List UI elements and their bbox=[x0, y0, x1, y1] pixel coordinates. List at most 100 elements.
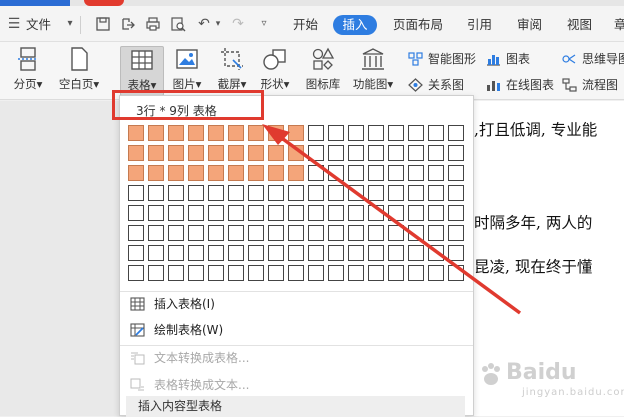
grid-cell[interactable] bbox=[148, 185, 164, 201]
grid-cell[interactable] bbox=[168, 185, 184, 201]
chart-button[interactable]: 图表 bbox=[486, 50, 530, 68]
grid-cell[interactable] bbox=[328, 125, 344, 141]
grid-cell[interactable] bbox=[328, 205, 344, 221]
grid-cell[interactable] bbox=[428, 265, 444, 281]
grid-cell[interactable] bbox=[328, 225, 344, 241]
relation-chart-button[interactable]: 关系图 bbox=[408, 76, 464, 94]
grid-cell[interactable] bbox=[348, 205, 364, 221]
grid-cell[interactable] bbox=[408, 145, 424, 161]
grid-cell[interactable] bbox=[408, 245, 424, 261]
file-menu[interactable]: 文件 bbox=[26, 16, 51, 34]
grid-cell[interactable] bbox=[148, 125, 164, 141]
grid-cell[interactable] bbox=[228, 125, 244, 141]
grid-cell[interactable] bbox=[248, 265, 264, 281]
grid-cell[interactable] bbox=[148, 165, 164, 181]
grid-cell[interactable] bbox=[328, 145, 344, 161]
grid-cell[interactable] bbox=[128, 165, 144, 181]
grid-cell[interactable] bbox=[208, 145, 224, 161]
grid-cell[interactable] bbox=[368, 265, 384, 281]
grid-cell[interactable] bbox=[128, 205, 144, 221]
grid-cell[interactable] bbox=[368, 125, 384, 141]
screenshot-button[interactable]: 截屏▾ bbox=[214, 46, 250, 96]
grid-cell[interactable] bbox=[308, 185, 324, 201]
function-chart-button[interactable]: 功能图▾ bbox=[350, 46, 396, 96]
grid-cell[interactable] bbox=[388, 225, 404, 241]
grid-cell[interactable] bbox=[208, 225, 224, 241]
grid-cell[interactable] bbox=[428, 225, 444, 241]
grid-cell[interactable] bbox=[248, 145, 264, 161]
grid-cell[interactable] bbox=[188, 125, 204, 141]
grid-cell[interactable] bbox=[168, 265, 184, 281]
grid-cell[interactable] bbox=[288, 245, 304, 261]
grid-cell[interactable] bbox=[208, 185, 224, 201]
grid-cell[interactable] bbox=[228, 205, 244, 221]
grid-cell[interactable] bbox=[428, 185, 444, 201]
tab-insert[interactable]: 插入 bbox=[333, 15, 377, 35]
grid-cell[interactable] bbox=[368, 185, 384, 201]
grid-cell[interactable] bbox=[208, 265, 224, 281]
grid-cell[interactable] bbox=[408, 125, 424, 141]
grid-cell[interactable] bbox=[268, 145, 284, 161]
grid-cell[interactable] bbox=[348, 165, 364, 181]
grid-cell[interactable] bbox=[288, 205, 304, 221]
grid-cell[interactable] bbox=[128, 145, 144, 161]
grid-cell[interactable] bbox=[388, 165, 404, 181]
grid-cell[interactable] bbox=[288, 265, 304, 281]
grid-cell[interactable] bbox=[248, 185, 264, 201]
grid-cell[interactable] bbox=[248, 125, 264, 141]
grid-cell[interactable] bbox=[168, 145, 184, 161]
grid-cell[interactable] bbox=[348, 225, 364, 241]
grid-cell[interactable] bbox=[288, 225, 304, 241]
grid-cell[interactable] bbox=[308, 205, 324, 221]
mind-map-button[interactable]: 思维导图 bbox=[562, 50, 624, 68]
grid-cell[interactable] bbox=[208, 245, 224, 261]
grid-cell[interactable] bbox=[348, 145, 364, 161]
grid-cell[interactable] bbox=[448, 265, 464, 281]
grid-cell[interactable] bbox=[408, 225, 424, 241]
grid-cell[interactable] bbox=[308, 165, 324, 181]
table-button[interactable]: 表格▾ bbox=[120, 46, 164, 96]
grid-cell[interactable] bbox=[148, 265, 164, 281]
grid-cell[interactable] bbox=[228, 245, 244, 261]
grid-cell[interactable] bbox=[408, 165, 424, 181]
grid-cell[interactable] bbox=[368, 245, 384, 261]
grid-cell[interactable] bbox=[308, 245, 324, 261]
grid-cell[interactable] bbox=[348, 185, 364, 201]
smart-graphic-button[interactable]: 智能图形 bbox=[408, 50, 476, 68]
grid-cell[interactable] bbox=[308, 145, 324, 161]
grid-cell[interactable] bbox=[388, 205, 404, 221]
grid-cell[interactable] bbox=[168, 125, 184, 141]
grid-cell[interactable] bbox=[368, 145, 384, 161]
undo-chevron-icon[interactable]: ▾ bbox=[210, 16, 226, 32]
grid-cell[interactable] bbox=[308, 265, 324, 281]
grid-cell[interactable] bbox=[448, 125, 464, 141]
grid-cell[interactable] bbox=[348, 125, 364, 141]
insert-table-item[interactable]: 插入表格(I) bbox=[128, 292, 463, 316]
grid-cell[interactable] bbox=[288, 125, 304, 141]
grid-cell[interactable] bbox=[188, 265, 204, 281]
grid-cell[interactable] bbox=[388, 265, 404, 281]
print-preview-icon[interactable] bbox=[170, 16, 186, 32]
grid-cell[interactable] bbox=[268, 205, 284, 221]
grid-cell[interactable] bbox=[128, 185, 144, 201]
grid-cell[interactable] bbox=[228, 145, 244, 161]
draw-table-item[interactable]: 绘制表格(W) bbox=[128, 318, 463, 342]
grid-cell[interactable] bbox=[188, 145, 204, 161]
online-chart-button[interactable]: 在线图表 bbox=[486, 76, 554, 94]
grid-cell[interactable] bbox=[168, 205, 184, 221]
grid-cell[interactable] bbox=[428, 125, 444, 141]
print-icon[interactable] bbox=[145, 16, 161, 32]
grid-cell[interactable] bbox=[268, 245, 284, 261]
grid-cell[interactable] bbox=[168, 245, 184, 261]
grid-cell[interactable] bbox=[328, 265, 344, 281]
grid-cell[interactable] bbox=[128, 265, 144, 281]
grid-cell[interactable] bbox=[188, 205, 204, 221]
grid-cell[interactable] bbox=[288, 145, 304, 161]
grid-cell[interactable] bbox=[128, 225, 144, 241]
grid-cell[interactable] bbox=[148, 205, 164, 221]
grid-cell[interactable] bbox=[248, 225, 264, 241]
grid-cell[interactable] bbox=[348, 265, 364, 281]
grid-cell[interactable] bbox=[388, 145, 404, 161]
grid-cell[interactable] bbox=[388, 125, 404, 141]
grid-cell[interactable] bbox=[168, 165, 184, 181]
